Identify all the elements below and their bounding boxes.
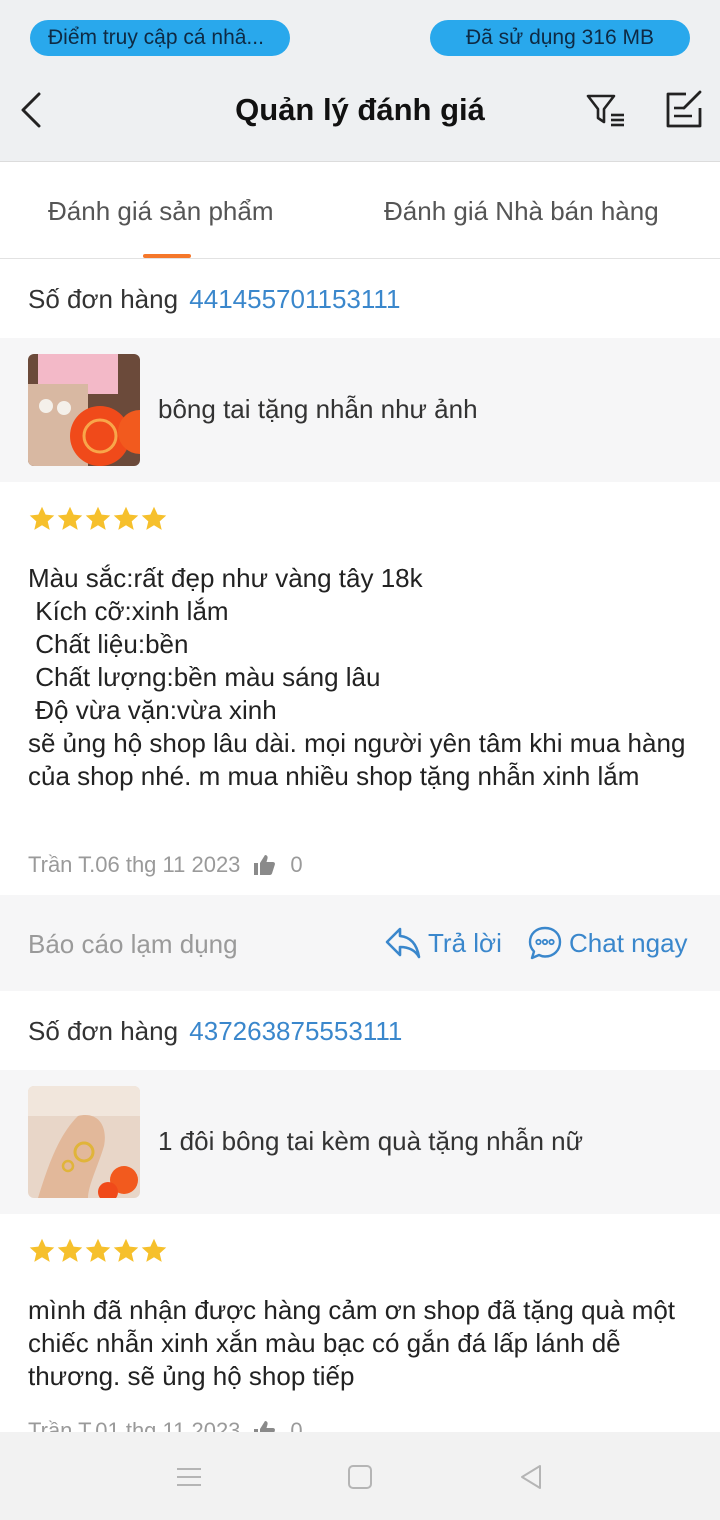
reply-label: Trả lời [428, 927, 502, 958]
tab-product-reviews[interactable]: Đánh giá sản phẩm [48, 196, 273, 227]
app-header: Quản lý đánh giá [0, 76, 720, 162]
star-icon [29, 506, 55, 530]
star-icon [113, 1238, 139, 1262]
product-thumbnail[interactable] [28, 354, 140, 466]
review-actions: Báo cáo lạm dụng Trả lời Chat ngay [0, 895, 720, 991]
star-icon [85, 506, 111, 530]
reply-icon [385, 927, 421, 959]
product-row[interactable]: 1 đôi bông tai kèm quà tặng nhẫn nữ [0, 1070, 720, 1214]
star-icon [141, 1238, 167, 1262]
rating-stars [28, 505, 168, 535]
star-icon [113, 506, 139, 530]
product-row[interactable]: bông tai tặng nhẫn như ảnh [0, 338, 720, 482]
star-icon [57, 506, 83, 530]
order-label: Số đơn hàng [28, 284, 179, 314]
product-name: bông tai tặng nhẫn như ảnh [158, 394, 478, 424]
status-bar: Điểm truy cập cá nhâ... Đã sử dụng 316 M… [0, 0, 720, 76]
order-number[interactable]: 441455701153111 [189, 284, 400, 314]
system-nav-bar [0, 1432, 720, 1520]
review-meta: Trần T.06 thg 11 2023 0 [28, 852, 303, 878]
filter-icon[interactable] [584, 88, 628, 132]
active-tab-indicator [143, 254, 191, 258]
review-text: Màu sắc:rất đẹp như vàng tây 18k Kích cỡ… [28, 563, 686, 791]
order-label: Số đơn hàng [28, 1016, 179, 1046]
thumb-up-icon[interactable] [252, 853, 276, 877]
product-thumbnail[interactable] [28, 1086, 140, 1198]
order-row: Số đơn hàng 441455701153111 [0, 260, 720, 338]
author-date: Trần T.06 thg 11 2023 [28, 852, 241, 877]
back-triangle-icon[interactable] [516, 1462, 546, 1492]
order-number[interactable]: 437263875553111 [189, 1016, 402, 1046]
rating-stars [28, 1237, 168, 1267]
star-icon [141, 506, 167, 530]
order-row: Số đơn hàng 437263875553111 [0, 992, 720, 1070]
tab-seller-reviews[interactable]: Đánh giá Nhà bán hàng [384, 196, 659, 227]
star-icon [57, 1238, 83, 1262]
chat-now-button[interactable]: Chat ngay [527, 925, 688, 961]
tab-bar: Đánh giá sản phẩm Đánh giá Nhà bán hàng [0, 162, 720, 259]
review-text: mình đã nhận được hàng cảm ơn shop đã tặ… [28, 1295, 683, 1391]
chat-bubble-icon [528, 926, 562, 960]
star-icon [85, 1238, 111, 1262]
edit-note-icon[interactable] [662, 88, 706, 132]
report-abuse-link[interactable]: Báo cáo lạm dụng [28, 929, 238, 960]
menu-icon[interactable] [174, 1462, 204, 1492]
star-icon [29, 1238, 55, 1262]
reply-button[interactable]: Trả lời [384, 925, 502, 961]
home-square-icon[interactable] [345, 1462, 375, 1492]
product-name: 1 đôi bông tai kèm quà tặng nhẫn nữ [158, 1126, 584, 1156]
hotspot-pill[interactable]: Điểm truy cập cá nhâ... [30, 20, 290, 56]
data-usage-pill[interactable]: Đã sử dụng 316 MB [430, 20, 690, 56]
chat-label: Chat ngay [569, 927, 688, 958]
like-count: 0 [290, 852, 303, 877]
